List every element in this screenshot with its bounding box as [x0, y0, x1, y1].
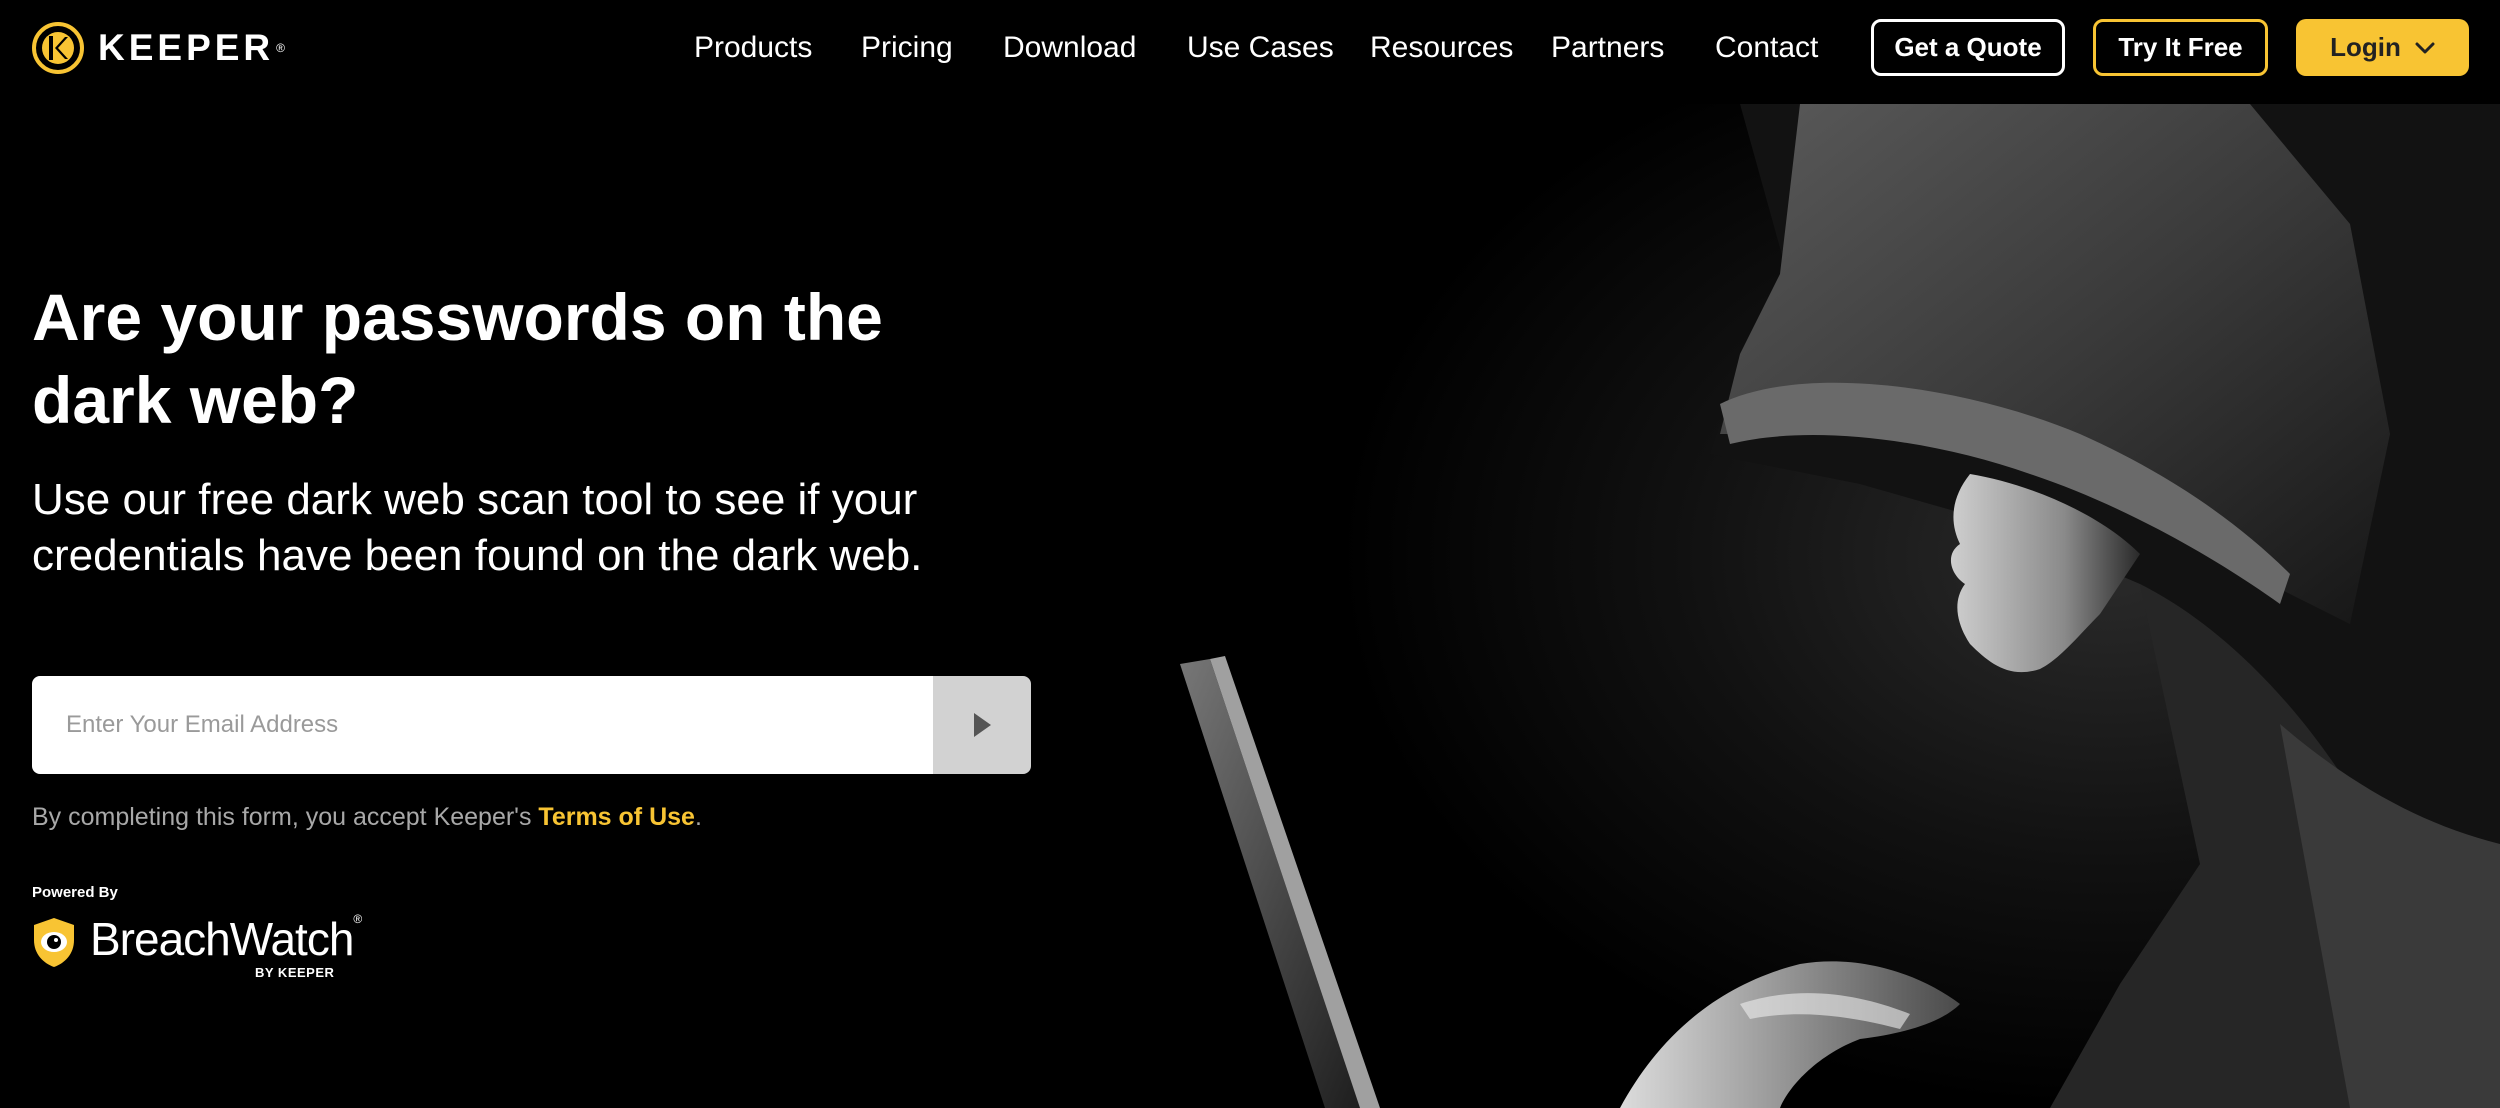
terms-suffix: . — [694, 803, 702, 831]
terms-notice: By completing this form, you accept Keep… — [32, 803, 702, 832]
nav-download[interactable]: Download — [1003, 28, 1136, 68]
hooded-figure-image — [1100, 104, 2500, 1108]
nav-products[interactable]: Products — [694, 28, 812, 68]
login-button[interactable]: Login — [2296, 19, 2469, 76]
nav-partners[interactable]: Partners — [1551, 28, 1664, 68]
submit-button[interactable] — [933, 676, 1031, 774]
nav-contact[interactable]: Contact — [1715, 28, 1818, 68]
breachwatch-shield-icon — [34, 918, 74, 967]
hero-subhead: Use our free dark web scan tool to see i… — [32, 475, 923, 580]
nav-pricing[interactable]: Pricing — [861, 28, 953, 68]
registered-mark: ® — [276, 41, 285, 55]
dark-web-scan-form — [32, 676, 1031, 774]
nav-resources[interactable]: Resources — [1370, 28, 1513, 68]
powered-by-label: Powered By — [32, 884, 118, 901]
breachwatch-text: BreachWatch — [90, 913, 354, 965]
get-a-quote-button[interactable]: Get a Quote — [1871, 19, 2065, 76]
logo-text: KEEPER — [98, 27, 275, 68]
site-header: KEEPER ® Products Pricing Download Use Ca… — [0, 0, 2500, 104]
hero-headline: Are your passwords on the dark web? — [32, 280, 883, 437]
chevron-down-icon — [2415, 42, 2435, 53]
login-label: Login — [2330, 32, 2401, 62]
terms-of-use-link[interactable]: Terms of Use — [538, 803, 695, 831]
hero-section: Are your passwords on the dark web? Use … — [32, 276, 1012, 584]
keeper-logo-icon — [32, 22, 84, 74]
try-it-free-button[interactable]: Try It Free — [2093, 19, 2268, 76]
email-input[interactable] — [32, 676, 933, 774]
nav-use-cases[interactable]: Use Cases — [1187, 28, 1334, 68]
breachwatch-name: BreachWatch® — [90, 912, 362, 966]
registered-mark: ® — [353, 912, 362, 926]
terms-prefix: By completing this form, you accept Keep… — [32, 803, 539, 831]
keeper-logo[interactable]: KEEPER ® — [32, 22, 285, 74]
breachwatch-by-keeper: BY KEEPER — [255, 965, 335, 980]
play-arrow-icon — [974, 713, 991, 737]
